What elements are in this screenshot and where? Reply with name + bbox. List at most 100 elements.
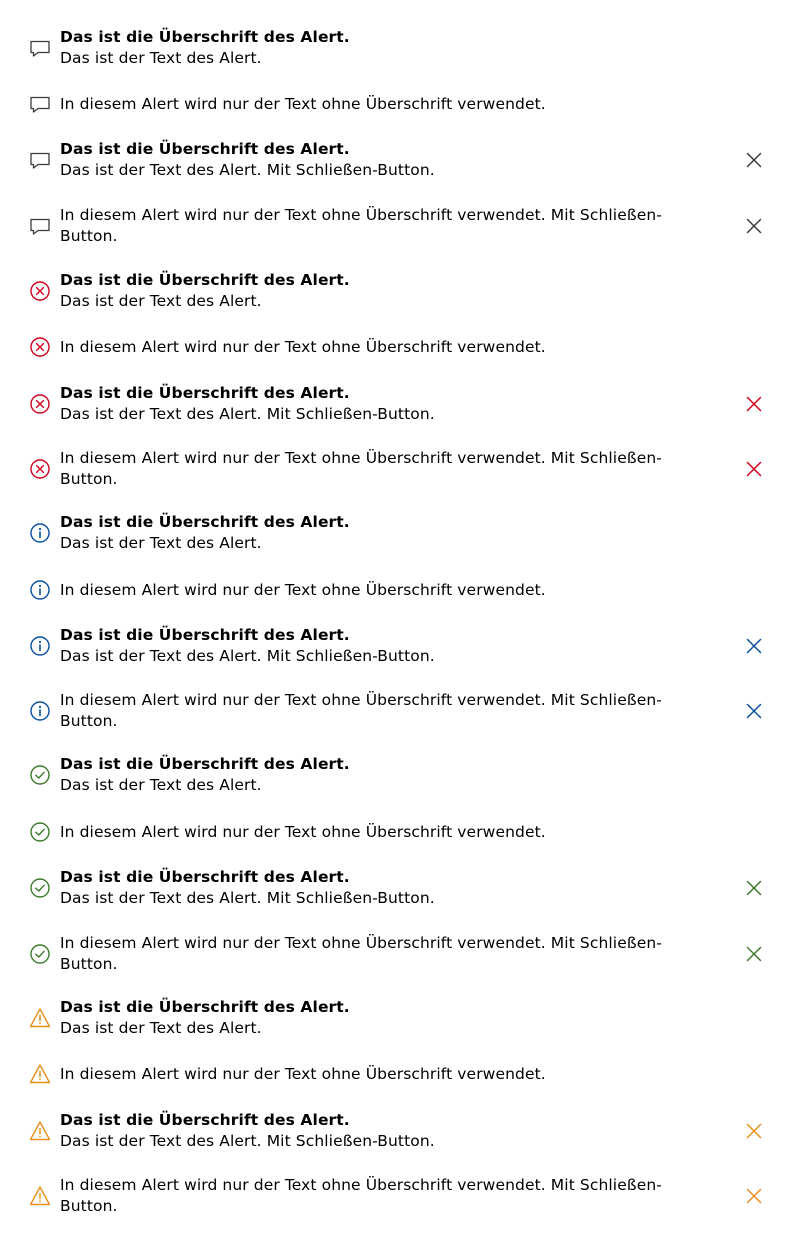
close-icon	[745, 460, 763, 478]
alert-title: Das ist die Überschrift des Alert.	[60, 755, 350, 773]
alert-neutral: Das ist die Überschrift des Alert. Das is…	[28, 139, 774, 181]
alert-title: Das ist die Überschrift des Alert.	[60, 271, 350, 289]
chat-bubble-icon	[28, 148, 52, 172]
alert-neutral: Das ist die Überschrift des Alert. Das is…	[28, 27, 774, 69]
alert-text: Das ist der Text des Alert. Mit Schließe…	[60, 405, 435, 423]
alert-title: Das ist die Überschrift des Alert.	[60, 384, 350, 402]
alert-content: In diesem Alert wird nur der Text ohne Ü…	[60, 337, 690, 358]
alert-text: In diesem Alert wird nur der Text ohne Ü…	[60, 94, 546, 113]
error-circle-icon	[28, 392, 52, 416]
close-icon	[745, 395, 763, 413]
alert-error: Das ist die Überschrift des Alert. Das is…	[28, 270, 774, 312]
alert-content: In diesem Alert wird nur der Text ohne Ü…	[60, 448, 690, 490]
alert-content: In diesem Alert wird nur der Text ohne Ü…	[60, 690, 690, 732]
alert-text: In diesem Alert wird nur der Text ohne Ü…	[60, 1176, 662, 1215]
close-button[interactable]	[742, 148, 766, 172]
alert-neutral: In diesem Alert wird nur der Text ohne Ü…	[28, 205, 774, 247]
alert-title: Das ist die Überschrift des Alert.	[60, 868, 350, 886]
close-icon	[745, 945, 763, 963]
close-button[interactable]	[742, 1184, 766, 1208]
alert-content: Das ist die Überschrift des Alert. Das is…	[60, 27, 690, 69]
warning-triangle-icon	[28, 1184, 52, 1208]
info-circle-icon	[28, 634, 52, 658]
alert-neutral: In diesem Alert wird nur der Text ohne Ü…	[28, 92, 774, 116]
warning-triangle-icon	[28, 1006, 52, 1030]
alert-content: In diesem Alert wird nur der Text ohne Ü…	[60, 933, 690, 975]
alert-info: Das ist die Überschrift des Alert. Das is…	[28, 625, 774, 667]
chat-bubble-icon	[28, 92, 52, 116]
alert-warning: In diesem Alert wird nur der Text ohne Ü…	[28, 1062, 774, 1086]
alert-success: Das ist die Überschrift des Alert. Das is…	[28, 867, 774, 909]
alert-content: Das ist die Überschrift des Alert. Das is…	[60, 867, 690, 909]
alert-text: Das ist der Text des Alert. Mit Schließe…	[60, 647, 435, 665]
alert-content: Das ist die Überschrift des Alert. Das is…	[60, 754, 690, 796]
alert-content: In diesem Alert wird nur der Text ohne Ü…	[60, 1064, 690, 1085]
close-button[interactable]	[742, 1119, 766, 1143]
close-icon	[745, 151, 763, 169]
alert-text: Das ist der Text des Alert.	[60, 292, 262, 310]
alert-title: Das ist die Überschrift des Alert.	[60, 998, 350, 1016]
close-button[interactable]	[742, 699, 766, 723]
check-circle-icon	[28, 820, 52, 844]
alert-title: Das ist die Überschrift des Alert.	[60, 1111, 350, 1129]
info-circle-icon	[28, 578, 52, 602]
alert-content: Das ist die Überschrift des Alert. Das is…	[60, 997, 690, 1039]
close-icon	[745, 1122, 763, 1140]
error-circle-icon	[28, 457, 52, 481]
close-button[interactable]	[742, 214, 766, 238]
alert-text: Das ist der Text des Alert.	[60, 1019, 262, 1037]
alert-text: In diesem Alert wird nur der Text ohne Ü…	[60, 580, 546, 599]
alert-content: Das ist die Überschrift des Alert. Das is…	[60, 625, 690, 667]
alert-content: In diesem Alert wird nur der Text ohne Ü…	[60, 94, 690, 115]
alert-info: In diesem Alert wird nur der Text ohne Ü…	[28, 578, 774, 602]
alert-text: In diesem Alert wird nur der Text ohne Ü…	[60, 822, 546, 841]
error-circle-icon	[28, 335, 52, 359]
alert-content: Das ist die Überschrift des Alert. Das is…	[60, 512, 690, 554]
alert-title: Das ist die Überschrift des Alert.	[60, 626, 350, 644]
alert-text: In diesem Alert wird nur der Text ohne Ü…	[60, 449, 662, 488]
alert-content: Das ist die Überschrift des Alert. Das is…	[60, 1110, 690, 1152]
close-icon	[745, 217, 763, 235]
close-button[interactable]	[742, 942, 766, 966]
close-icon	[745, 702, 763, 720]
alert-warning: Das ist die Überschrift des Alert. Das is…	[28, 997, 774, 1039]
close-button[interactable]	[742, 392, 766, 416]
alert-content: In diesem Alert wird nur der Text ohne Ü…	[60, 580, 690, 601]
info-circle-icon	[28, 521, 52, 545]
alert-success: In diesem Alert wird nur der Text ohne Ü…	[28, 933, 774, 975]
close-icon	[745, 637, 763, 655]
alert-title: Das ist die Überschrift des Alert.	[60, 28, 350, 46]
alert-text: In diesem Alert wird nur der Text ohne Ü…	[60, 337, 546, 356]
alert-info: Das ist die Überschrift des Alert. Das is…	[28, 512, 774, 554]
alert-title: Das ist die Überschrift des Alert.	[60, 140, 350, 158]
chat-bubble-icon	[28, 36, 52, 60]
chat-bubble-icon	[28, 214, 52, 238]
alert-text: In diesem Alert wird nur der Text ohne Ü…	[60, 206, 662, 245]
info-circle-icon	[28, 699, 52, 723]
alert-error: In diesem Alert wird nur der Text ohne Ü…	[28, 335, 774, 359]
alert-text: Das ist der Text des Alert.	[60, 776, 262, 794]
check-circle-icon	[28, 763, 52, 787]
alert-text: In diesem Alert wird nur der Text ohne Ü…	[60, 934, 662, 973]
alert-error: Das ist die Überschrift des Alert. Das is…	[28, 383, 774, 425]
close-button[interactable]	[742, 457, 766, 481]
alert-list: Das ist die Überschrift des Alert. Das is…	[0, 0, 800, 1244]
alert-success: Das ist die Überschrift des Alert. Das is…	[28, 754, 774, 796]
alert-text: In diesem Alert wird nur der Text ohne Ü…	[60, 691, 662, 730]
alert-info: In diesem Alert wird nur der Text ohne Ü…	[28, 690, 774, 732]
alert-title: Das ist die Überschrift des Alert.	[60, 513, 350, 531]
error-circle-icon	[28, 279, 52, 303]
close-icon	[745, 879, 763, 897]
alert-content: Das ist die Überschrift des Alert. Das is…	[60, 139, 690, 181]
check-circle-icon	[28, 942, 52, 966]
alert-content: In diesem Alert wird nur der Text ohne Ü…	[60, 205, 690, 247]
alert-content: In diesem Alert wird nur der Text ohne Ü…	[60, 822, 690, 843]
alert-text: Das ist der Text des Alert.	[60, 49, 262, 67]
alert-text: Das ist der Text des Alert. Mit Schließe…	[60, 161, 435, 179]
close-button[interactable]	[742, 634, 766, 658]
alert-content: Das ist die Überschrift des Alert. Das is…	[60, 383, 690, 425]
close-button[interactable]	[742, 876, 766, 900]
alert-content: Das ist die Überschrift des Alert. Das is…	[60, 270, 690, 312]
alert-content: In diesem Alert wird nur der Text ohne Ü…	[60, 1175, 690, 1217]
warning-triangle-icon	[28, 1062, 52, 1086]
